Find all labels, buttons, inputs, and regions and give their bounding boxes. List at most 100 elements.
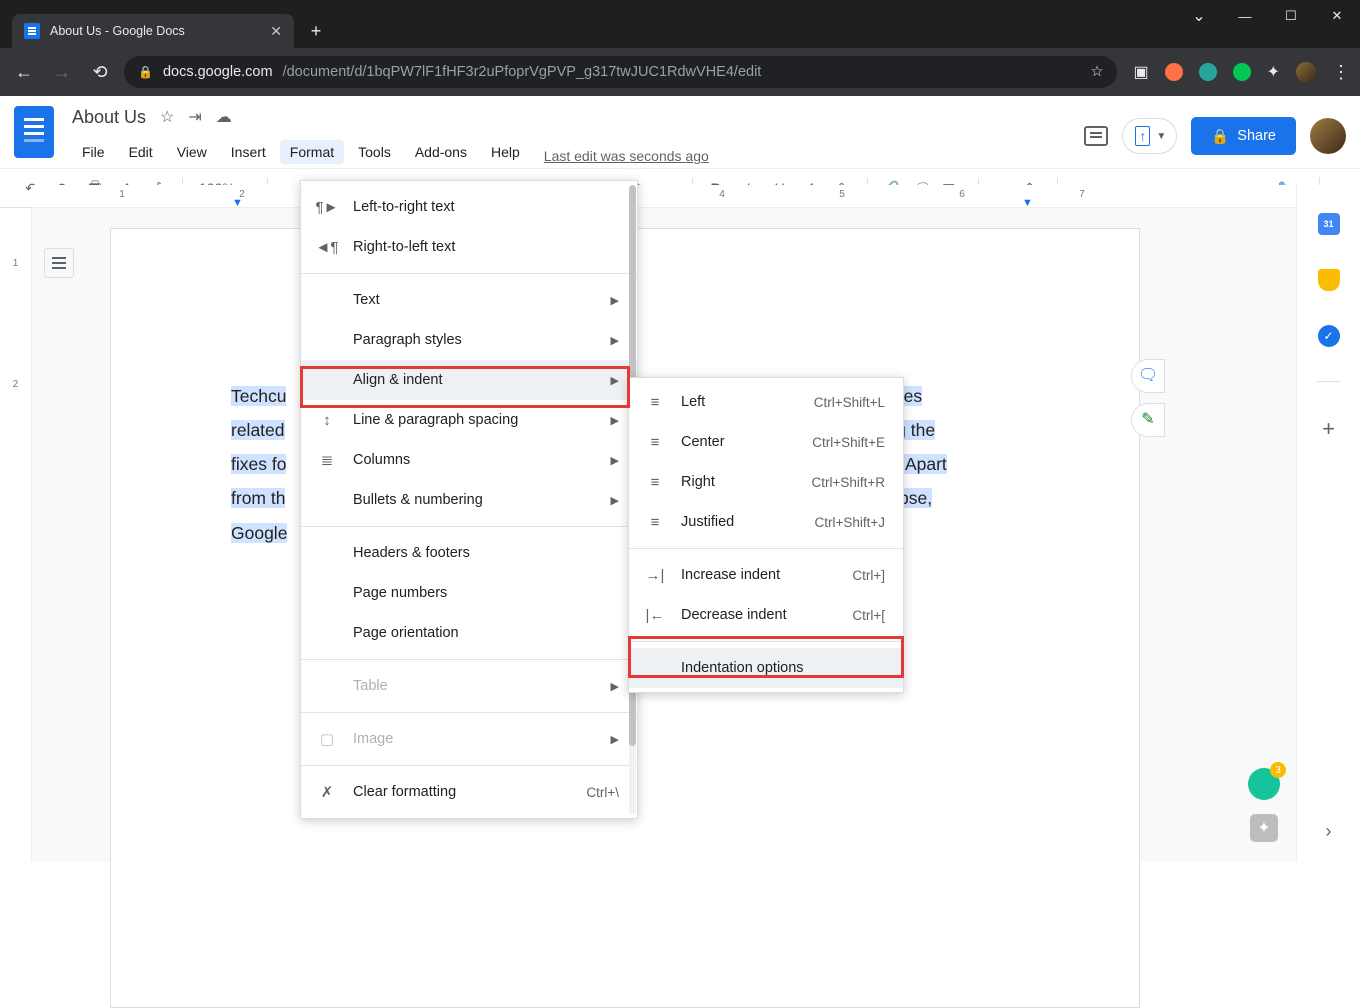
menu-edit[interactable]: Edit [119,140,163,164]
menu-view[interactable]: View [167,140,217,164]
comments-icon[interactable] [1084,126,1108,146]
extension-icon[interactable] [1233,63,1251,81]
keep-icon[interactable] [1318,269,1340,291]
extension-icon[interactable] [1199,63,1217,81]
menu-item-label: Center [681,434,766,450]
align-menu-item[interactable]: ≡LeftCtrl+Shift+L [629,382,903,422]
window-minimize-icon[interactable]: — [1222,0,1268,32]
docs-logo-icon[interactable] [14,106,54,158]
vertical-ruler: 12 [0,208,32,862]
align-menu-item[interactable]: ≡CenterCtrl+Shift+E [629,422,903,462]
last-edit-link[interactable]: Last edit was seconds ago [544,148,709,164]
menu-addons[interactable]: Add-ons [405,140,477,164]
tab-title: About Us - Google Docs [50,24,185,38]
menu-item-label: Decrease indent [681,607,806,623]
document-title[interactable]: About Us [72,107,146,128]
tab-close-icon[interactable]: ✕ [270,23,282,40]
format-menu-item[interactable]: Page orientation [301,613,637,653]
address-bar[interactable]: 🔒 docs.google.com/document/d/1bqPW7lF1fH… [124,56,1117,88]
lock-icon: 🔒 [138,65,153,79]
star-icon[interactable]: ☆ [160,107,174,127]
menu-file[interactable]: File [72,140,115,164]
menu-item-label: Page orientation [353,625,619,641]
back-button[interactable]: ← [10,58,38,86]
extensions-puzzle-icon[interactable]: ✦ [1267,62,1280,82]
present-button[interactable]: ↑ ▼ [1122,118,1177,154]
indent-marker-icon[interactable]: ▼ [1022,197,1033,209]
docs-header: About Us ☆ ⇥ ☁ File Edit View Insert For… [0,96,1360,168]
menu-item-icon: |← [645,607,665,624]
align-menu-item[interactable]: Indentation options [629,648,903,688]
hide-sidepanel-icon[interactable]: › [1326,821,1332,842]
submenu-arrow-icon: ▶ [611,414,619,427]
grammarly-icon[interactable] [1248,768,1280,800]
menu-item-label: Right-to-left text [353,239,619,255]
outline-toggle-button[interactable] [44,248,74,278]
align-menu-item[interactable]: ≡RightCtrl+Shift+R [629,462,903,502]
suggest-edits-button[interactable]: ✎ [1131,403,1165,437]
window-close-icon[interactable]: ✕ [1314,0,1360,32]
menu-item-label: Left-to-right text [353,199,619,215]
format-menu-item[interactable]: Headers & footers [301,533,637,573]
menu-item-icon: ↕ [317,412,337,429]
submenu-arrow-icon: ▶ [611,494,619,507]
menu-shortcut: Ctrl+Shift+E [812,435,885,450]
browser-menu-icon[interactable]: ⋮ [1332,62,1350,83]
format-menu: ¶► Left-to-right text ◄¶Right-to-left text… [300,180,638,819]
menu-item-label: Indentation options [681,660,885,676]
align-menu-item[interactable]: |←Decrease indentCtrl+[ [629,595,903,635]
share-button[interactable]: 🔒 Share [1191,117,1296,155]
doc-text: from th [231,488,285,508]
explore-button[interactable]: ✦ [1250,814,1278,842]
align-menu-item[interactable]: ≡JustifiedCtrl+Shift+J [629,502,903,542]
account-avatar[interactable] [1310,118,1346,154]
lock-icon: 🔒 [1211,128,1229,145]
menu-item-label: Justified [681,514,768,530]
format-menu-item[interactable]: ↕ Line & paragraph spacing ▶ [301,400,637,440]
format-menu-item[interactable]: ◄¶Right-to-left text [301,227,637,267]
calendar-icon[interactable] [1318,213,1340,235]
cloud-status-icon[interactable]: ☁ [216,107,232,127]
format-menu-item[interactable]: Page numbers [301,573,637,613]
profile-avatar-icon[interactable] [1296,62,1316,82]
reload-button[interactable]: ⟲ [86,58,114,86]
move-icon[interactable]: ⇥ [188,107,201,127]
new-tab-button[interactable]: + [302,17,330,45]
align-menu-item[interactable]: →|Increase indentCtrl+] [629,555,903,595]
format-menu-item[interactable]: Paragraph styles▶ [301,320,637,360]
menu-insert[interactable]: Insert [221,140,276,164]
submenu-arrow-icon: ▶ [611,680,619,693]
menu-tools[interactable]: Tools [348,140,401,164]
bookmark-star-icon[interactable]: ☆ [1090,64,1103,80]
tasks-icon[interactable] [1318,325,1340,347]
doc-text: Techcu [231,386,286,406]
horizontal-ruler: 1 2 3 4 5 6 7 ▼ ▼ [32,185,1296,208]
add-comment-button[interactable]: 🗨 [1131,359,1165,393]
menu-item-label: Page numbers [353,585,619,601]
menu-item-label: Line & paragraph spacing [353,412,565,428]
forward-button: → [48,58,76,86]
menu-item-label: Clear formatting [353,784,540,800]
format-menu-item[interactable]: Align & indent▶ [301,360,637,400]
submenu-arrow-icon: ▶ [611,334,619,347]
tab-search-icon[interactable]: ⌄ [1176,0,1222,32]
menu-format[interactable]: Format [280,140,344,164]
extension-icon[interactable] [1165,63,1183,81]
format-menu-item[interactable]: ¶► Left-to-right text [301,187,637,227]
menu-shortcut: Ctrl+] [852,568,885,583]
browser-tab[interactable]: About Us - Google Docs ✕ [12,14,294,48]
ruler-tick: 6 [959,189,965,200]
add-addon-icon[interactable]: + [1322,416,1335,442]
menu-item-icon: ¶► [317,199,337,216]
window-maximize-icon[interactable]: ☐ [1268,0,1314,32]
cast-icon[interactable]: ▣ [1133,62,1148,82]
format-menu-item[interactable]: ≣Columns▶ [301,440,637,480]
menu-item-label: Headers & footers [353,545,619,561]
indent-marker-icon[interactable]: ▼ [232,197,243,209]
menu-item-icon: ≣ [317,451,337,469]
format-menu-item[interactable]: ✗Clear formattingCtrl+\ [301,772,637,812]
format-menu-item[interactable]: Bullets & numbering▶ [301,480,637,520]
menu-shortcut: Ctrl+Shift+R [811,475,885,490]
menu-help[interactable]: Help [481,140,530,164]
format-menu-item[interactable]: Text▶ [301,280,637,320]
